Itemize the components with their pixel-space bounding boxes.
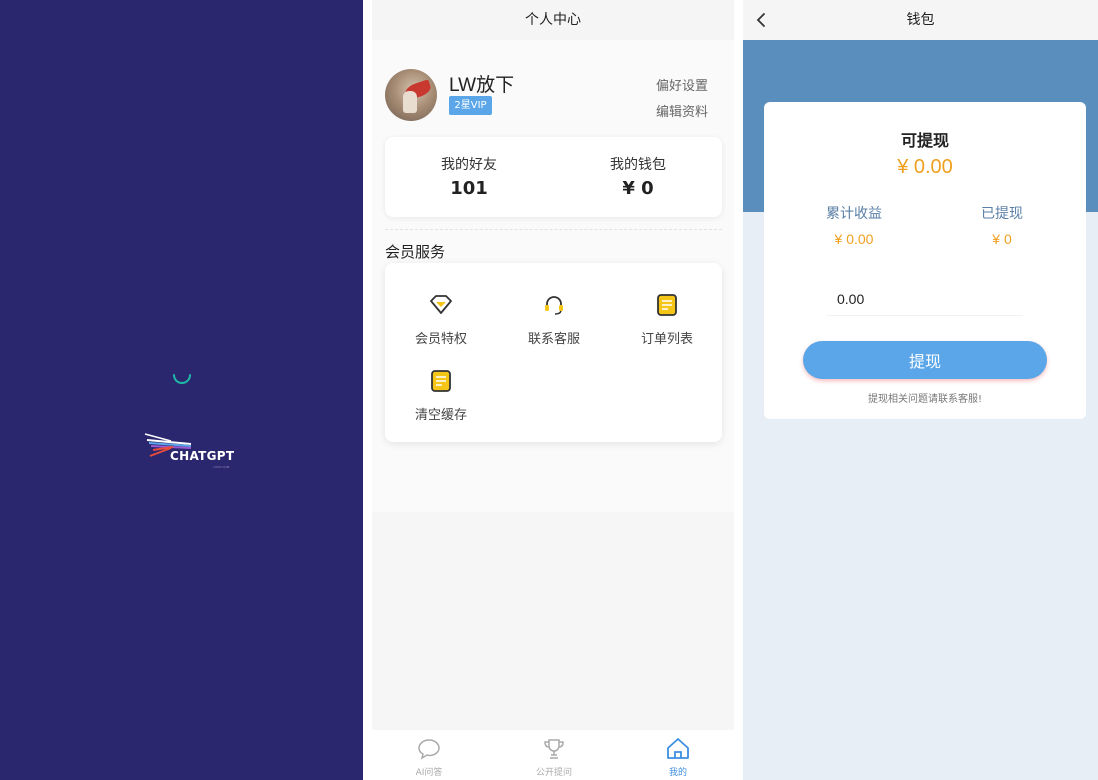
total-income-value: ¥ 0.00 [834, 231, 874, 247]
wallet-label: 我的钱包 [610, 157, 666, 173]
vip-badge: 2星VIP [449, 96, 492, 115]
page-title: 钱包 [743, 0, 1098, 40]
total-income: 累计收益 ¥ 0.00 [804, 203, 904, 247]
tab-public-questions[interactable]: 公开提问 [509, 736, 599, 778]
bottom-tab-bar: AI问答 公开提问 我的 [372, 730, 734, 780]
page-title: 个人中心 [372, 0, 734, 40]
profile-screen: 个人中心 LW放下 2星VIP 偏好设置 编辑资料 我的好友 101 我的钱包 … [372, 0, 734, 780]
app-logo-text: CHATGPT [170, 449, 235, 463]
app-logo-subtext: YIXIYI.COM [213, 465, 230, 469]
home-icon [667, 738, 689, 759]
diamond-icon [430, 295, 452, 314]
service-label: 清空缓存 [414, 408, 467, 423]
withdrawn-value: ¥ 0 [992, 231, 1012, 247]
service-vip-privileges[interactable]: 会员特权 [396, 291, 486, 347]
username: LW放下 [449, 75, 515, 96]
withdrawn: 已提现 ¥ 0 [952, 203, 1052, 247]
tab-label: 公开提问 [535, 768, 572, 778]
tab-ai-qa[interactable]: AI问答 [384, 736, 474, 778]
edit-profile-link[interactable]: 编辑资料 [656, 101, 708, 120]
splash-screen: CHATGPT YIXIYI.COM [0, 0, 363, 780]
available-amount: ¥ 0.00 [897, 156, 953, 178]
tab-mine[interactable]: 我的 [633, 736, 723, 778]
service-label: 联系客服 [527, 332, 580, 347]
friends-count: 101 [450, 178, 488, 199]
tab-label: AI问答 [415, 768, 443, 778]
withdrawn-label: 已提现 [981, 206, 1023, 222]
service-label: 会员特权 [414, 332, 467, 347]
wallet-stat[interactable]: 我的钱包 ¥ 0 [578, 154, 698, 199]
wallet-balance: ¥ 0 [622, 178, 654, 199]
loading-spinner-icon [173, 374, 191, 384]
friends-label: 我的好友 [441, 157, 497, 173]
wallet-screen: 钱包 可提现 ¥ 0.00 累计收益 ¥ 0.00 已提现 ¥ 0 提现 提现相… [743, 0, 1098, 780]
friends-stat[interactable]: 我的好友 101 [409, 154, 529, 199]
total-income-label: 累计收益 [826, 206, 882, 222]
available-label: 可提现 [900, 131, 949, 150]
section-divider [385, 229, 722, 230]
headset-icon [545, 296, 563, 315]
stats-card: 我的好友 101 我的钱包 ¥ 0 [385, 137, 722, 217]
tab-label: 我的 [668, 768, 687, 778]
list-document-icon [657, 294, 677, 316]
back-arrow-icon[interactable] [753, 11, 771, 29]
service-clear-cache[interactable]: 清空缓存 [396, 367, 486, 423]
trophy-icon [544, 739, 564, 759]
withdraw-amount-input[interactable] [827, 282, 1023, 316]
chat-bubble-icon [418, 739, 440, 760]
support-hint: 提现相关问题请联系客服! [867, 394, 982, 405]
services-title: 会员服务 [385, 243, 446, 261]
service-contact-support[interactable]: 联系客服 [509, 291, 599, 347]
services-card: 会员特权 联系客服 订单列表 清空缓存 [385, 263, 722, 442]
clear-cache-icon [431, 370, 451, 392]
withdraw-card: 可提现 ¥ 0.00 累计收益 ¥ 0.00 已提现 ¥ 0 提现 提现相关问题… [764, 102, 1086, 419]
withdraw-button[interactable]: 提现 [803, 341, 1047, 379]
preferences-link[interactable]: 偏好设置 [656, 75, 708, 94]
service-label: 订单列表 [640, 332, 693, 347]
service-order-list[interactable]: 订单列表 [622, 291, 712, 347]
avatar[interactable] [385, 69, 437, 121]
